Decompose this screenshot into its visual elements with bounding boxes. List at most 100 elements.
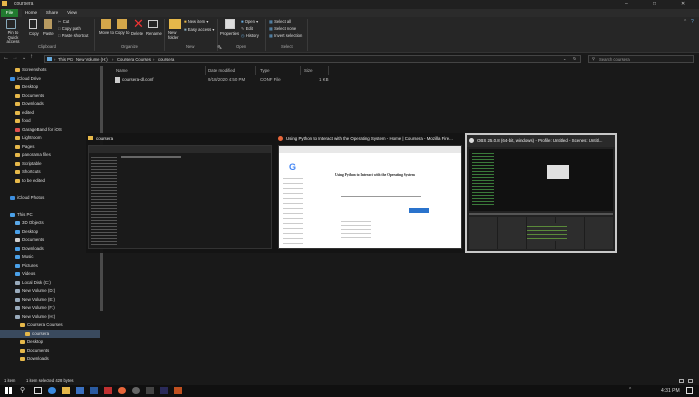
properties-button[interactable]: Properties	[220, 31, 239, 36]
tab-share[interactable]: Share	[43, 9, 61, 17]
sidebar-item[interactable]: Desktop	[0, 338, 100, 346]
tab-view[interactable]: View	[64, 9, 80, 17]
column-divider[interactable]	[300, 66, 301, 75]
details-view-icon[interactable]	[679, 379, 684, 383]
sidebar-item[interactable]: edited	[0, 109, 100, 117]
sidebar-item[interactable]: This PC	[0, 211, 100, 219]
task-card-explorer[interactable]: coursera	[86, 133, 274, 253]
tab-home[interactable]: Home	[22, 9, 40, 17]
sidebar-item[interactable]: Downloads	[0, 355, 100, 363]
sidebar-item[interactable]: GarageBand for iOS	[0, 126, 100, 134]
address-dropdown-icon[interactable]: ⌄	[563, 56, 567, 61]
sidebar-item[interactable]: New Volume (F:)	[0, 304, 100, 312]
firefox-taskbar-icon[interactable]	[118, 387, 126, 394]
task-card-obs[interactable]: OBS 25.0.8 (64-bit, windows) - Profile: …	[465, 133, 617, 253]
sidebar-item[interactable]: coursera	[0, 329, 100, 338]
column-divider[interactable]	[255, 66, 256, 75]
app-icon[interactable]	[146, 387, 154, 394]
column-header-date[interactable]: Date modified	[208, 66, 235, 75]
delete-button[interactable]: Delete	[131, 31, 143, 36]
sidebar-item[interactable]: Pictures	[0, 262, 100, 270]
chevron-up-icon[interactable]: ⌃	[683, 19, 687, 25]
copy-icon[interactable]	[29, 19, 37, 29]
sidebar-item[interactable]: Documents	[0, 347, 100, 355]
sidebar-item[interactable]: Downloads	[0, 100, 100, 108]
edge-icon[interactable]	[48, 387, 56, 394]
move-to-button[interactable]: Move to	[99, 30, 114, 36]
recent-locations-icon[interactable]: ⌄	[22, 55, 26, 61]
obs-taskbar-icon[interactable]	[132, 387, 140, 394]
new-folder-icon[interactable]	[169, 19, 181, 29]
copy-to-button[interactable]: Copy to	[115, 30, 130, 36]
large-icons-view-icon[interactable]	[688, 379, 693, 383]
sidebar-item[interactable]: Coursera Courses	[0, 321, 100, 329]
help-icon[interactable]: ?	[691, 19, 694, 25]
clock[interactable]: 4:31 PM	[661, 387, 680, 395]
rename-icon[interactable]	[148, 20, 158, 28]
windows-start-icon[interactable]	[5, 387, 12, 394]
column-header-name[interactable]: Name	[116, 66, 128, 75]
sidebar-item[interactable]: Screenshots	[0, 66, 100, 74]
notifications-icon[interactable]	[686, 387, 693, 394]
back-icon[interactable]: ←	[3, 55, 9, 61]
breadcrumb-new-volume-h[interactable]: New Volume (H:)	[76, 57, 108, 62]
sidebar-item[interactable]: Local Disk (C:)	[0, 279, 100, 287]
sidebar-item[interactable]: Documents	[0, 92, 100, 100]
breadcrumb-coursera-courses[interactable]: Coursera Courses	[117, 57, 151, 62]
search-icon[interactable]: ⚲	[20, 386, 25, 394]
sidebar-item[interactable]: Scriptable	[0, 160, 100, 168]
sidebar-item[interactable]: Downloads	[0, 245, 100, 253]
paste-icon[interactable]	[44, 19, 52, 29]
column-header-size[interactable]: Size	[304, 66, 313, 75]
maximize-icon[interactable]: □	[653, 1, 656, 7]
sidebar-item[interactable]: Shortcuts	[0, 168, 100, 176]
address-bar[interactable]: › This PC › New Volume (H:) › Coursera C…	[44, 55, 581, 63]
paste-shortcut-button[interactable]: □ Paste shortcut	[58, 33, 88, 38]
file-name[interactable]: coursera-dl.conf	[122, 77, 153, 82]
mail-icon[interactable]	[90, 387, 98, 394]
column-divider[interactable]	[328, 66, 329, 75]
breadcrumb-this-pc[interactable]: This PC	[58, 57, 73, 62]
column-header-type[interactable]: Type	[260, 66, 270, 75]
sidebar-item[interactable]: food	[0, 117, 100, 125]
new-item-button[interactable]: ■ New item ▾	[184, 19, 208, 24]
refresh-icon[interactable]: ↻	[573, 56, 577, 61]
breadcrumb-coursera[interactable]: coursera	[158, 57, 174, 62]
new-folder-button[interactable]: New folder	[168, 30, 182, 40]
tab-file[interactable]: File	[1, 9, 18, 17]
properties-icon[interactable]	[225, 19, 235, 29]
history-button[interactable]: ◷ History	[241, 33, 259, 38]
sidebar-item[interactable]: Videos	[0, 270, 100, 278]
pin-icon[interactable]	[6, 19, 16, 29]
app-icon[interactable]	[174, 387, 182, 394]
store-icon[interactable]	[76, 387, 84, 394]
app-icon[interactable]	[160, 387, 168, 394]
easy-access-button[interactable]: ■ Easy access ▾	[184, 27, 214, 32]
cut-button[interactable]: ✂ Cut	[58, 19, 69, 24]
sidebar-item[interactable]: Lightroom	[0, 134, 100, 142]
system-tray-icons[interactable]: ⌃	[628, 387, 632, 393]
sidebar-item[interactable]: New Volume (D:)	[0, 287, 100, 295]
sidebar-item[interactable]: iCloud Drive	[0, 75, 100, 83]
rename-button[interactable]: Rename	[146, 31, 162, 36]
edit-button[interactable]: ✎ Edit	[241, 26, 253, 31]
sidebar-item[interactable]: Music	[0, 253, 100, 261]
table-row[interactable]: coursera-dl.conf 9/18/2020 4:50 PM CONF …	[112, 76, 329, 84]
copy-path-button[interactable]: □ Copy path	[58, 26, 81, 31]
paste-button[interactable]: Paste	[43, 31, 54, 36]
move-to-icon[interactable]	[101, 19, 111, 29]
task-card-firefox[interactable]: Using Python to Interact with the Operat…	[276, 133, 464, 253]
sidebar-item[interactable]: New Volume (E:)	[0, 296, 100, 304]
search-box[interactable]: ⚲ Search coursera	[588, 55, 694, 63]
sidebar-item[interactable]: Pages	[0, 143, 100, 151]
sidebar-item[interactable]: Desktop	[0, 228, 100, 236]
app-icon[interactable]	[104, 387, 112, 394]
sidebar-item[interactable]: to be edited	[0, 177, 100, 185]
minimize-icon[interactable]: –	[625, 1, 628, 7]
forward-icon[interactable]: →	[12, 55, 18, 61]
sidebar-item[interactable]: New Volume (H:)	[0, 313, 100, 321]
up-icon[interactable]: ↑	[30, 54, 33, 60]
sidebar-item[interactable]: Documents	[0, 236, 100, 244]
copy-button[interactable]: Copy	[29, 31, 39, 36]
search-input[interactable]: Search coursera	[599, 57, 630, 62]
